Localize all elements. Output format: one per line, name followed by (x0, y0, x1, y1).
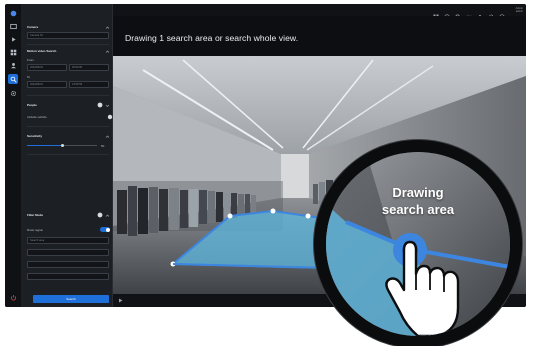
divider (27, 95, 109, 96)
chevron-up-icon[interactable] (105, 213, 110, 218)
from-time-field[interactable]: 00:00:00 (69, 64, 109, 71)
people-icon[interactable] (8, 60, 18, 70)
people-checkbox-icon[interactable] (97, 102, 103, 108)
instruction-bar: Drawing 1 search area or search whole vi… (113, 16, 526, 62)
draw-region-toggle[interactable] (100, 227, 110, 232)
polygon-vertex[interactable] (270, 208, 276, 214)
grid-icon[interactable] (433, 7, 439, 20)
camera-section-title: Camera (27, 25, 39, 29)
magnifier-caption: Drawing search area (326, 184, 510, 218)
search-settings-panel: Camera Camera 01 Motion video Search Fro… (21, 4, 113, 307)
search-button[interactable]: Search (33, 295, 109, 303)
help-icon[interactable] (499, 7, 505, 20)
instruction-text: Drawing 1 search area or search whole vi… (125, 33, 299, 43)
sensitivity-slider-knob[interactable] (60, 144, 64, 147)
sensitivity-value: 50 (101, 144, 105, 148)
region-option-field[interactable] (27, 261, 109, 268)
gear-icon[interactable] (488, 7, 494, 20)
from-label: From (27, 58, 34, 62)
to-time-field[interactable]: 23:59:59 (69, 81, 109, 88)
filter-mode-label: Filter Mode (27, 213, 44, 217)
magnifier-caption-line2: search area (381, 202, 455, 217)
camera-icon[interactable] (466, 7, 472, 19)
draw-region-label: Draw region (27, 228, 44, 232)
region-option-field[interactable] (27, 273, 109, 280)
magnifier-callout: Drawing search area (314, 140, 522, 346)
from-date-field[interactable]: 2022/06/01 (27, 64, 67, 71)
search-icon[interactable] (455, 7, 461, 20)
chevron-up-icon[interactable] (105, 49, 110, 54)
divider (27, 44, 109, 45)
time-section-title: Motion video Search (27, 49, 57, 53)
user-role: admin (515, 10, 523, 13)
sensitivity-slider[interactable] (27, 144, 97, 147)
bell-icon[interactable] (477, 7, 483, 20)
magnified-view: Drawing search area (326, 152, 510, 336)
chevron-down-icon[interactable] (105, 103, 110, 108)
magnifier-caption-line1: Drawing (392, 185, 444, 200)
divider (27, 154, 109, 155)
icon-rail (5, 4, 21, 307)
to-date-field[interactable]: 2022/06/01 (27, 81, 67, 88)
vehicle-label: Include vehicle (27, 115, 47, 119)
play-icon[interactable] (118, 298, 123, 303)
region-type-select[interactable]: Search area (27, 237, 109, 244)
power-icon[interactable] (8, 292, 18, 302)
chevron-up-icon[interactable] (105, 25, 110, 30)
playback-icon[interactable] (8, 34, 18, 44)
camera-select[interactable]: Camera 01 (27, 32, 109, 39)
sensitivity-label: Sensitivity (27, 134, 43, 138)
smart-search-icon[interactable] (8, 74, 18, 84)
live-view-icon[interactable] (8, 21, 18, 31)
to-label: To (27, 75, 31, 79)
layout-icon[interactable] (8, 47, 18, 57)
polygon-vertex[interactable] (305, 213, 311, 219)
divider (27, 126, 109, 127)
user-menu[interactable]: Admin admin (516, 7, 523, 13)
polygon-vertex[interactable] (227, 213, 233, 219)
settings-icon[interactable] (8, 88, 18, 98)
people-label: People (27, 103, 37, 107)
top-bar: Admin admin (113, 4, 526, 20)
logo-icon[interactable] (8, 8, 18, 18)
chevron-up-icon[interactable] (105, 134, 110, 139)
filter-checkbox-icon[interactable] (97, 212, 103, 218)
sensitivity-slider-fill (27, 145, 62, 146)
region-option-field[interactable] (27, 249, 109, 256)
clock-icon[interactable] (444, 7, 450, 20)
magnified-scene (326, 152, 510, 336)
